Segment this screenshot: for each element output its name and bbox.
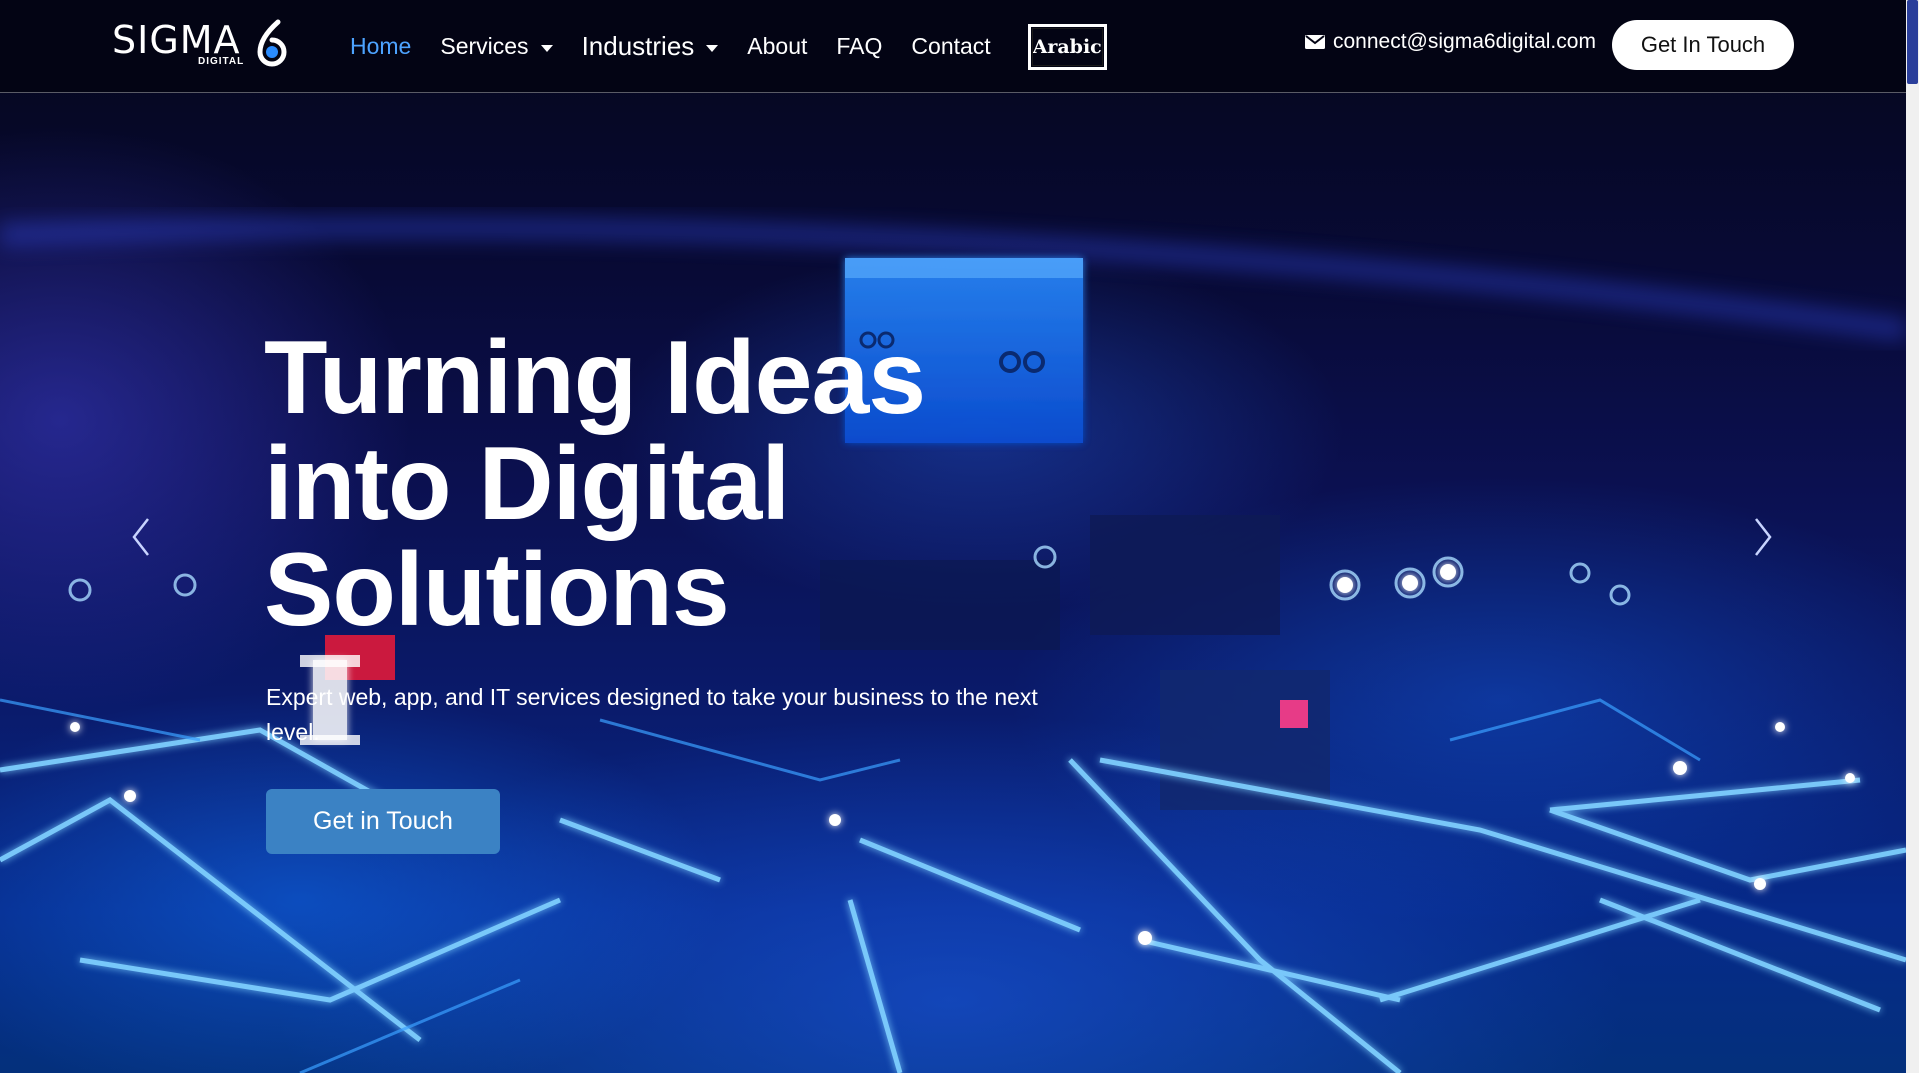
nav-faq[interactable]: FAQ: [836, 33, 882, 60]
nav-services-label: Services: [440, 33, 529, 59]
nav-about-label: About: [747, 33, 808, 59]
logo-six-mark-icon: [257, 19, 287, 67]
nav-contact-label: Contact: [911, 33, 991, 59]
chevron-left-icon: [132, 518, 149, 556]
nav-about[interactable]: About: [747, 33, 807, 60]
nav-home[interactable]: Home: [350, 33, 411, 60]
hero-subtitle: Expert web, app, and IT services designe…: [266, 684, 1038, 745]
hero-get-in-touch-button[interactable]: Get in Touch: [266, 789, 500, 854]
hero-title: Turning Ideas into Digital Solutions: [264, 320, 926, 648]
nav-contact[interactable]: Contact: [911, 33, 990, 60]
chevron-right-icon: [1755, 518, 1772, 556]
scrollbar-thumb[interactable]: [1907, 0, 1918, 84]
logo[interactable]: SIGMA DIGITAL: [112, 16, 292, 72]
arabic-language-button[interactable]: Arabic: [1027, 23, 1107, 70]
email-address: connect@sigma6digital.com: [1333, 30, 1596, 53]
logo-subtext: DIGITAL: [198, 56, 245, 67]
mail-icon: [1305, 35, 1325, 49]
caret-down-icon: [540, 44, 553, 52]
nav-home-label: Home: [350, 33, 412, 59]
carousel-prev-button[interactable]: [122, 515, 162, 559]
caret-down-icon: [706, 44, 719, 52]
nav-industries[interactable]: Industries: [582, 31, 719, 62]
header-get-in-touch-button[interactable]: Get In Touch: [1612, 20, 1794, 70]
email-link[interactable]: connect@sigma6digital.com: [1305, 30, 1596, 54]
page-scrollbar[interactable]: [1906, 0, 1919, 1073]
main-nav: Home Services Industries About FAQ Conta…: [350, 0, 1107, 93]
site-header: SIGMA DIGITAL Home Services Industries A…: [0, 0, 1906, 93]
carousel-next-button[interactable]: [1742, 515, 1782, 559]
nav-industries-label: Industries: [581, 31, 695, 61]
nav-faq-label: FAQ: [836, 33, 883, 59]
page: SIGMA DIGITAL Home Services Industries A…: [0, 0, 1919, 1073]
nav-services[interactable]: Services: [440, 33, 553, 60]
